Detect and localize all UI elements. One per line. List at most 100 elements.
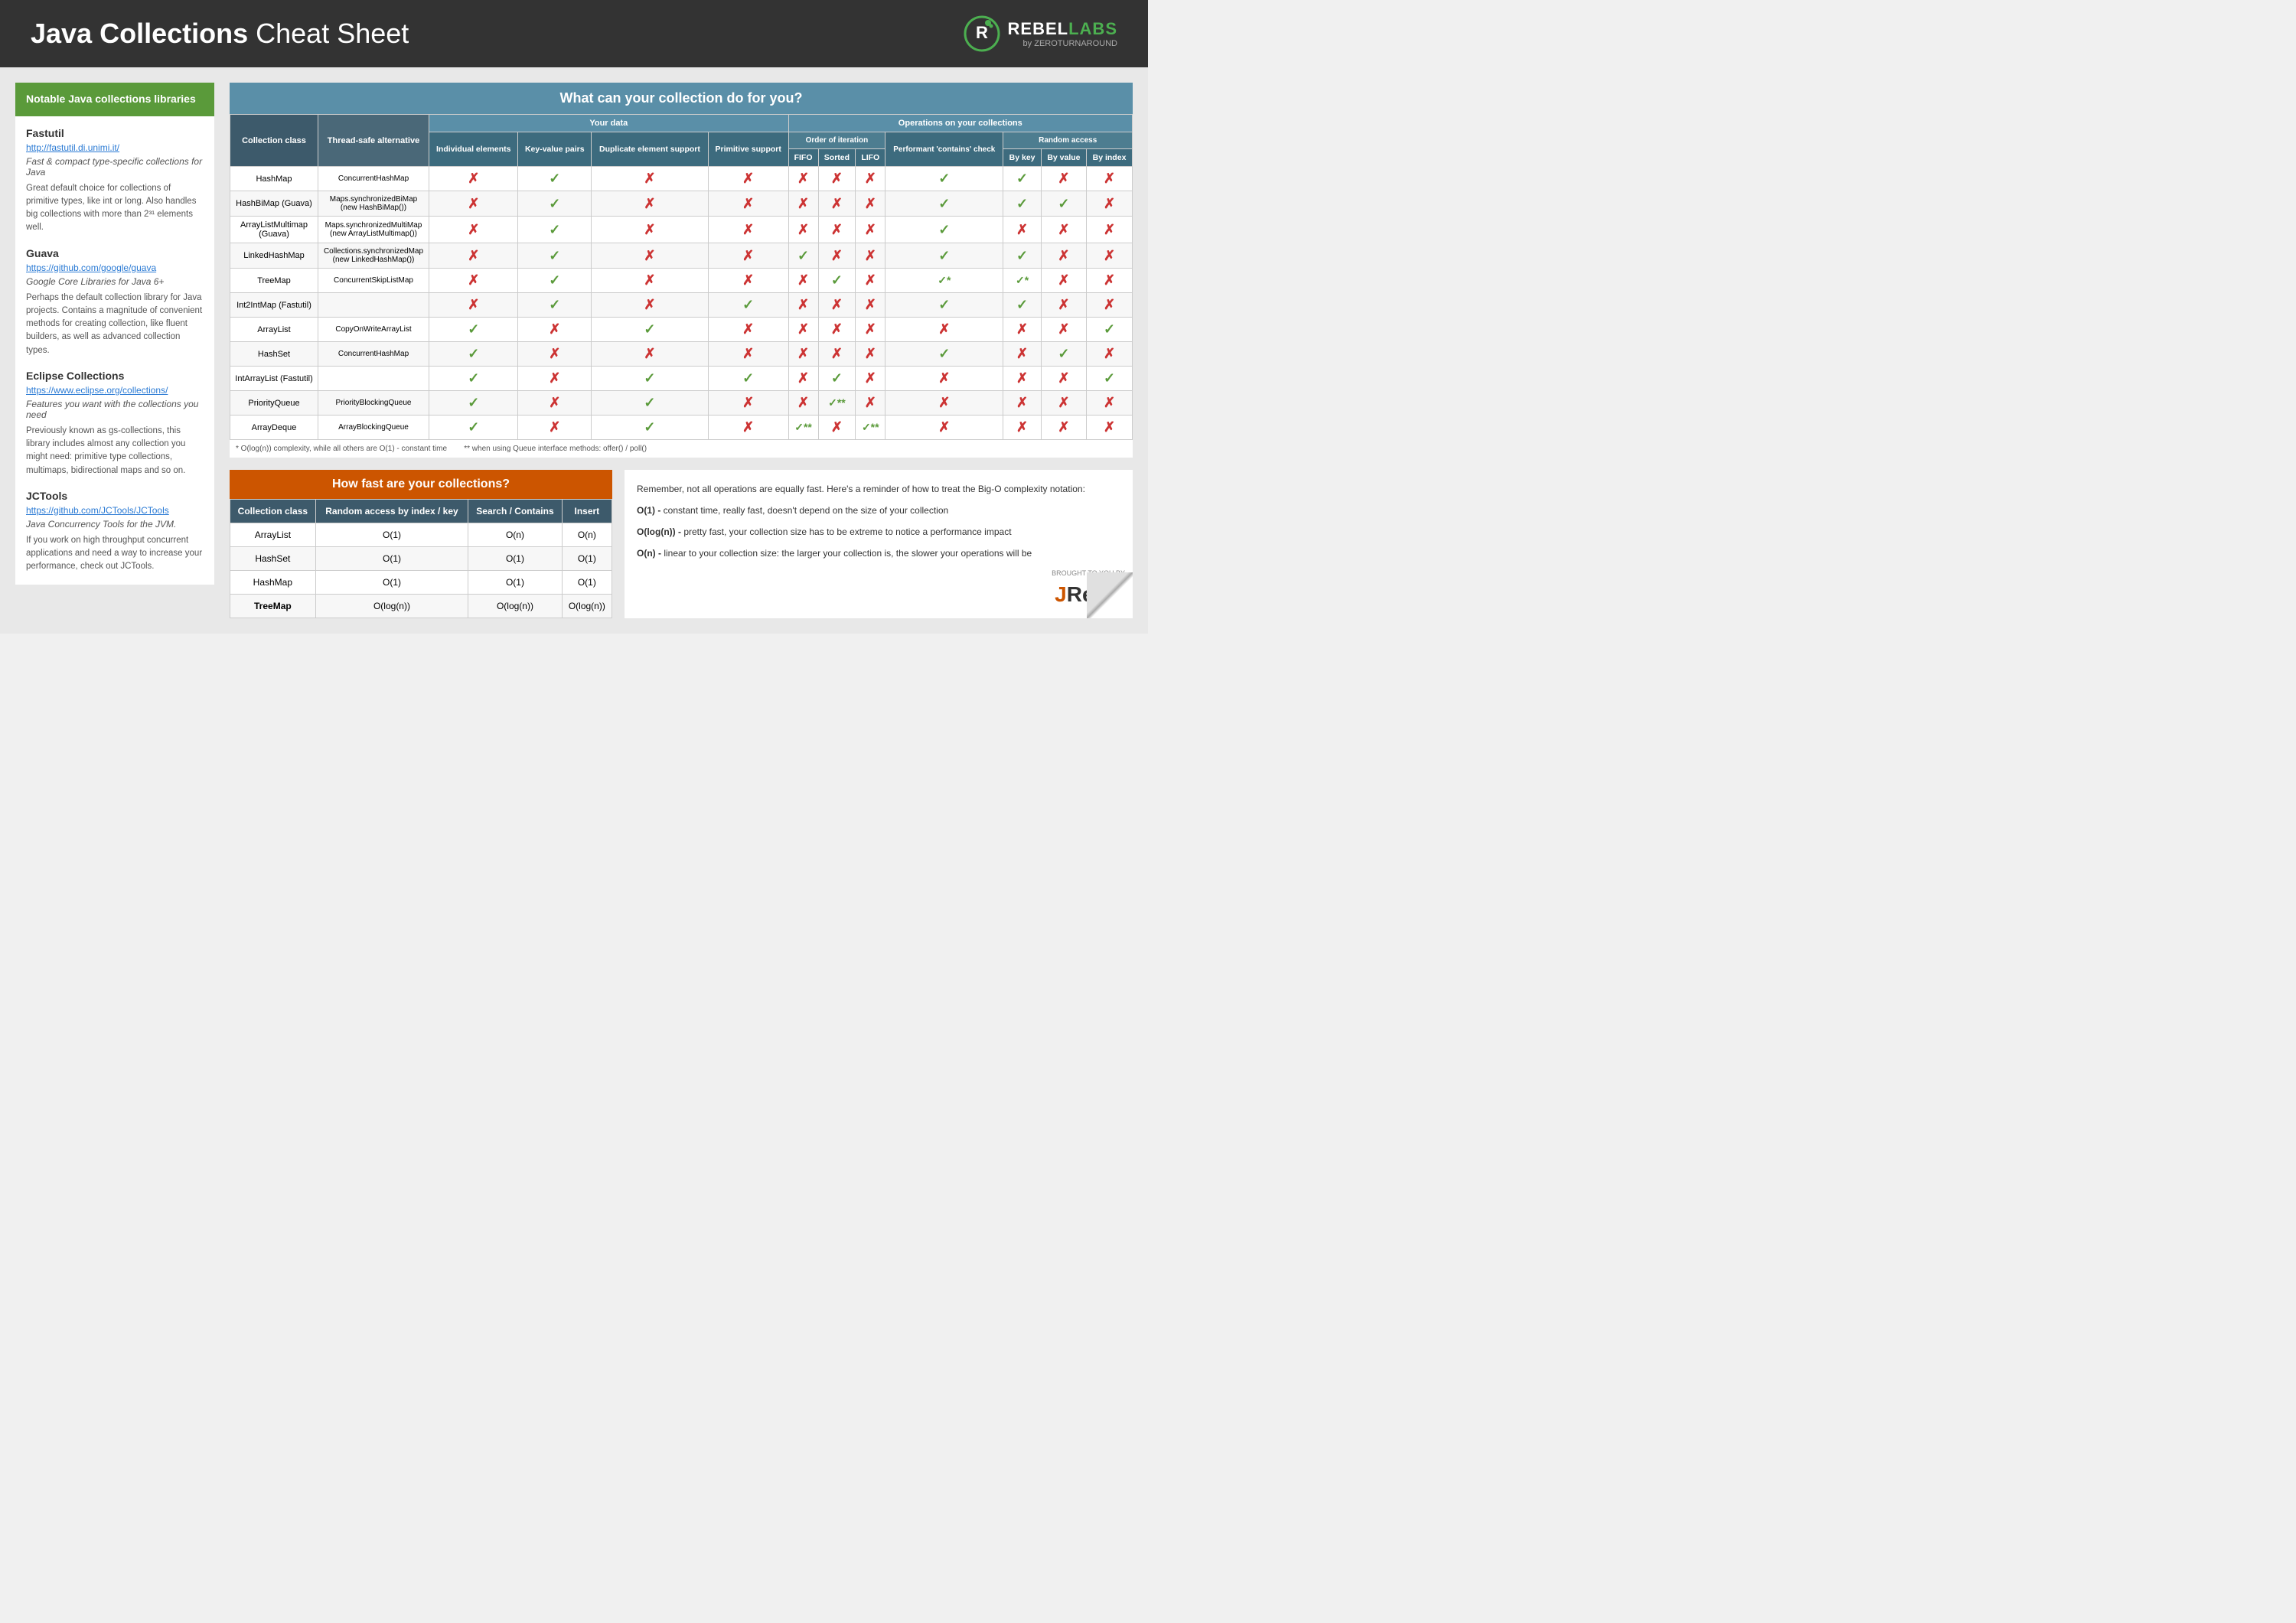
- table-cell-bykey: ✗: [1003, 342, 1041, 367]
- table-cell-byindex: ✗: [1087, 269, 1133, 293]
- table-cell-contains: ✗: [885, 391, 1003, 416]
- table-cell-individual: ✗: [429, 243, 518, 269]
- speed-row-random: O(1): [315, 547, 468, 571]
- table-cell-keyvalue: ✓: [518, 293, 592, 318]
- logo-area: R REBELLABS by ZEROTURNAROUND: [964, 15, 1117, 52]
- speed-row-insert: O(1): [562, 547, 612, 571]
- table-cell-contains: ✓*: [885, 269, 1003, 293]
- table-cell-duplicate: ✗: [592, 217, 709, 243]
- col-primitive: Primitive support: [708, 132, 788, 167]
- table-cell-byvalue: ✗: [1041, 269, 1086, 293]
- guava-tagline: Google Core Libraries for Java 6+: [26, 276, 204, 287]
- jctools-desc: If you work on high throughput concurren…: [26, 534, 204, 574]
- table-cell-byvalue: ✗: [1041, 391, 1086, 416]
- speed-row-name: ArrayList: [230, 523, 316, 547]
- table-cell-byvalue: ✓: [1041, 342, 1086, 367]
- table-row-name: ArrayDeque: [230, 416, 318, 440]
- table-row-name: LinkedHashMap: [230, 243, 318, 269]
- eclipse-tagline: Features you want with the collections y…: [26, 399, 204, 420]
- table-cell-contains: ✓: [885, 217, 1003, 243]
- table-cell-sorted: ✗: [818, 342, 856, 367]
- table-cell-individual: ✗: [429, 167, 518, 191]
- table-row-name: PriorityQueue: [230, 391, 318, 416]
- table-cell-duplicate: ✗: [592, 191, 709, 217]
- col-bykey: By key: [1003, 149, 1041, 167]
- table-cell-fifo: ✓**: [788, 416, 818, 440]
- table-row-name: TreeMap: [230, 269, 318, 293]
- col-sorted: Sorted: [818, 149, 856, 167]
- table-cell-individual: ✗: [429, 293, 518, 318]
- table-row-thread: ConcurrentHashMap: [318, 342, 429, 367]
- table-cell-lifo: ✗: [856, 243, 885, 269]
- speed-table: Collection class Random access by index …: [230, 499, 612, 618]
- table-cell-bykey: ✗: [1003, 217, 1041, 243]
- col-contains-header: Performant 'contains' check: [885, 132, 1003, 167]
- table-cell-sorted: ✗: [818, 416, 856, 440]
- logo-text-block: REBELLABS by ZEROTURNAROUND: [1008, 19, 1117, 48]
- table-row-thread: ConcurrentHashMap: [318, 167, 429, 191]
- table-cell-lifo: ✓**: [856, 416, 885, 440]
- library-fastutil: Fastutil http://fastutil.di.unimi.it/ Fa…: [26, 127, 204, 235]
- table-cell-byvalue: ✗: [1041, 293, 1086, 318]
- table-cell-byvalue: ✗: [1041, 318, 1086, 342]
- col-byvalue: By value: [1041, 149, 1086, 167]
- library-name: JCTools: [26, 490, 204, 502]
- table-cell-byindex: ✗: [1087, 416, 1133, 440]
- col-collection-header: Collection class: [230, 115, 318, 167]
- table-row-name: IntArrayList (Fastutil): [230, 367, 318, 391]
- col-duplicate: Duplicate element support: [592, 132, 709, 167]
- table-cell-individual: ✓: [429, 342, 518, 367]
- table-cell-bykey: ✗: [1003, 391, 1041, 416]
- table-cell-bykey: ✗: [1003, 367, 1041, 391]
- page-header: Java Collections Cheat Sheet R REBELLABS…: [0, 0, 1148, 67]
- table-cell-contains: ✓: [885, 167, 1003, 191]
- table-cell-lifo: ✗: [856, 391, 885, 416]
- table-cell-contains: ✓: [885, 191, 1003, 217]
- table-cell-byindex: ✗: [1087, 391, 1133, 416]
- speed-row-insert: O(1): [562, 571, 612, 595]
- table-row-thread: Maps.synchronizedBiMap(new HashBiMap()): [318, 191, 429, 217]
- eclipse-link[interactable]: https://www.eclipse.org/collections/: [26, 385, 204, 396]
- table-cell-sorted: ✗: [818, 167, 856, 191]
- page-curl: [1087, 572, 1133, 618]
- logo-byline: by ZEROTURNAROUND: [1008, 39, 1117, 48]
- eclipse-desc: Previously known as gs-collections, this…: [26, 425, 204, 477]
- library-name: Guava: [26, 247, 204, 259]
- page-title: Java Collections Cheat Sheet: [31, 18, 409, 50]
- library-jctools: JCTools https://github.com/JCTools/JCToo…: [26, 490, 204, 574]
- speed-col-random: Random access by index / key: [315, 500, 468, 523]
- speed-row-search: O(log(n)): [468, 595, 562, 618]
- speed-row-search: O(1): [468, 547, 562, 571]
- col-order-header: Order of iteration: [788, 132, 885, 149]
- table-cell-sorted: ✓: [818, 269, 856, 293]
- guava-link[interactable]: https://github.com/google/guava: [26, 262, 204, 273]
- table-cell-lifo: ✗: [856, 318, 885, 342]
- complexity-on: O(n) - linear to your collection size: t…: [637, 546, 1120, 560]
- table-cell-primitive: ✗: [708, 318, 788, 342]
- table-cell-primitive: ✗: [708, 269, 788, 293]
- table-cell-individual: ✗: [429, 191, 518, 217]
- top-table-container: What can your collection do for you? Col…: [230, 83, 1133, 458]
- table-cell-lifo: ✗: [856, 293, 885, 318]
- table-cell-keyvalue: ✓: [518, 243, 592, 269]
- speed-row-insert: O(log(n)): [562, 595, 612, 618]
- table-cell-duplicate: ✗: [592, 342, 709, 367]
- table-cell-duplicate: ✓: [592, 416, 709, 440]
- bottom-section: How fast are your collections? Collectio…: [230, 470, 1133, 618]
- table-cell-keyvalue: ✗: [518, 416, 592, 440]
- speed-row-random: O(log(n)): [315, 595, 468, 618]
- library-name: Eclipse Collections: [26, 370, 204, 382]
- table-cell-byindex: ✗: [1087, 293, 1133, 318]
- jctools-link[interactable]: https://github.com/JCTools/JCTools: [26, 505, 204, 516]
- table-cell-duplicate: ✓: [592, 391, 709, 416]
- table-cell-keyvalue: ✗: [518, 318, 592, 342]
- fastutil-link[interactable]: http://fastutil.di.unimi.it/: [26, 142, 204, 153]
- table-cell-keyvalue: ✗: [518, 367, 592, 391]
- table-cell-sorted: ✗: [818, 318, 856, 342]
- table-cell-byindex: ✓: [1087, 367, 1133, 391]
- table-cell-duplicate: ✗: [592, 167, 709, 191]
- table-cell-byindex: ✓: [1087, 318, 1133, 342]
- table-cell-sorted: ✗: [818, 243, 856, 269]
- speed-row-name: HashMap: [230, 571, 316, 595]
- table-row-name: Int2IntMap (Fastutil): [230, 293, 318, 318]
